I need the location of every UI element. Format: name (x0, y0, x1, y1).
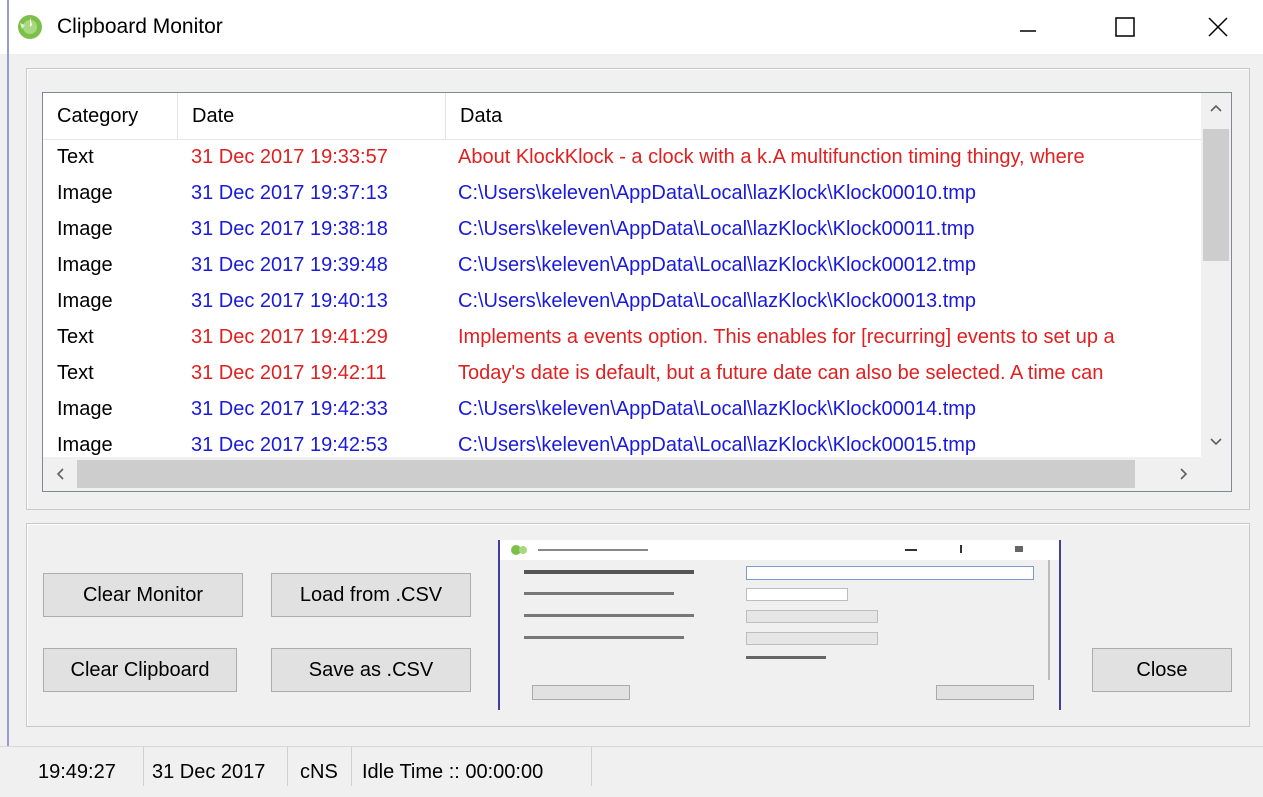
preview-title-text (538, 549, 648, 551)
row-category: Image (57, 398, 113, 420)
row-data: C:\Users\keleven\AppData\Local\lazKlock\… (458, 434, 977, 456)
vertical-scrollbar[interactable] (1201, 93, 1231, 457)
row-data: C:\Users\keleven\AppData\Local\lazKlock\… (458, 218, 975, 240)
row-category: Text (57, 146, 94, 168)
preview-field (746, 610, 878, 623)
preview-label-line (524, 614, 694, 617)
row-data: C:\Users\keleven\AppData\Local\lazKlock\… (458, 254, 977, 276)
status-mode: cNS (300, 747, 352, 786)
list-header: Category Date Data (43, 93, 1201, 140)
row-category: Text (57, 362, 94, 384)
clipboard-list[interactable]: Category Date Data Text 31 Dec 2017 19:33… (42, 92, 1232, 492)
save-csv-button[interactable]: Save as .CSV (271, 648, 471, 692)
scroll-down-icon[interactable] (1201, 427, 1231, 457)
row-category: Text (57, 326, 94, 348)
vertical-scroll-thumb[interactable] (1203, 129, 1229, 261)
row-date: 31 Dec 2017 19:38:18 (191, 218, 388, 240)
row-data: About KlockKlock - a clock with a k.A mu… (458, 146, 1085, 168)
list-row[interactable]: Image 31 Dec 2017 19:40:13 C:\Users\keleve… (43, 283, 1201, 319)
column-header-data[interactable]: Data (446, 93, 1201, 139)
row-data: C:\Users\keleven\AppData\Local\lazKlock\… (458, 290, 977, 312)
preview-titlebar (500, 540, 1059, 560)
preview-maximize-icon (960, 545, 962, 553)
preview-field (746, 566, 1034, 580)
minimize-icon (1020, 30, 1036, 32)
column-header-date[interactable]: Date (178, 93, 446, 139)
close-window-button[interactable] (1183, 0, 1253, 54)
list-row[interactable]: Image 31 Dec 2017 19:42:33 C:\Users\keleve… (43, 391, 1201, 427)
list-row[interactable]: Image 31 Dec 2017 19:38:18 C:\Users\keleve… (43, 211, 1201, 247)
window-title: Clipboard Monitor (57, 15, 223, 38)
clear-clipboard-button[interactable]: Clear Clipboard (43, 648, 237, 692)
minimize-button[interactable] (993, 0, 1063, 54)
row-category: Image (57, 290, 113, 312)
list-body: Text 31 Dec 2017 19:33:57 About KlockKlock… (43, 139, 1201, 457)
close-icon (1208, 17, 1228, 37)
row-data: Today's date is default, but a future da… (458, 362, 1104, 384)
scroll-left-icon[interactable] (43, 457, 77, 491)
row-date: 31 Dec 2017 19:42:33 (191, 398, 388, 420)
preview-field (746, 588, 848, 601)
row-category: Image (57, 182, 113, 204)
load-csv-button[interactable]: Load from .CSV (271, 573, 471, 617)
row-date: 31 Dec 2017 19:42:11 (191, 362, 387, 384)
horizontal-scroll-thumb[interactable] (77, 460, 1135, 488)
preview-minimize-icon (905, 549, 917, 551)
status-bar: 19:49:27 31 Dec 2017 cNS Idle Time :: 00… (0, 746, 1263, 786)
row-data: Implements a events option. This enables… (458, 326, 1115, 348)
row-date: 31 Dec 2017 19:40:13 (191, 290, 388, 312)
title-bar: Clipboard Monitor (0, 0, 1263, 54)
maximize-button[interactable] (1090, 0, 1160, 54)
window-border (7, 0, 9, 785)
preview-label-line (524, 636, 684, 639)
list-row[interactable]: Image 31 Dec 2017 19:42:53 C:\Users\keleve… (43, 427, 1201, 457)
row-date: 31 Dec 2017 19:41:29 (191, 326, 388, 348)
preview-label-line (746, 656, 826, 659)
row-data: C:\Users\keleven\AppData\Local\lazKlock\… (458, 398, 977, 420)
horizontal-scrollbar[interactable] (43, 457, 1201, 491)
status-time: 19:49:27 (38, 747, 144, 786)
list-row[interactable]: Image 31 Dec 2017 19:37:13 C:\Users\keleve… (43, 175, 1201, 211)
maximize-icon (1115, 17, 1135, 37)
row-category: Image (57, 434, 113, 456)
list-row[interactable]: Image 31 Dec 2017 19:39:48 C:\Users\keleve… (43, 247, 1201, 283)
row-date: 31 Dec 2017 19:33:57 (191, 146, 388, 168)
preview-button (532, 685, 630, 700)
klock-app-icon (18, 15, 42, 39)
row-date: 31 Dec 2017 19:39:48 (191, 254, 388, 276)
column-header-category[interactable]: Category (43, 93, 178, 139)
preview-divider (1048, 560, 1050, 680)
scrollbar-corner (1201, 457, 1231, 491)
clear-monitor-button[interactable]: Clear Monitor (43, 573, 243, 617)
row-date: 31 Dec 2017 19:37:13 (191, 182, 388, 204)
list-row[interactable]: Text 31 Dec 2017 19:33:57 About KlockKlock… (43, 139, 1201, 175)
preview-label-line (524, 592, 674, 595)
scroll-up-icon[interactable] (1201, 93, 1231, 123)
list-row[interactable]: Text 31 Dec 2017 19:41:29 Implements a eve… (43, 319, 1201, 355)
status-date: 31 Dec 2017 (152, 747, 288, 786)
status-idle-time: Idle Time :: 00:00:00 (362, 747, 592, 786)
preview-label-line (524, 570, 694, 574)
close-button[interactable]: Close (1092, 648, 1232, 692)
preview-app-icon (511, 545, 527, 555)
scroll-right-icon[interactable] (1167, 457, 1201, 491)
row-category: Image (57, 218, 113, 240)
preview-field (746, 632, 878, 645)
list-row[interactable]: Text 31 Dec 2017 19:42:11 Today's date is … (43, 355, 1201, 391)
preview-button (936, 685, 1034, 700)
clipboard-image-preview (498, 540, 1061, 710)
row-date: 31 Dec 2017 19:42:53 (191, 434, 388, 456)
preview-close-icon (1015, 546, 1023, 552)
row-data: C:\Users\keleven\AppData\Local\lazKlock\… (458, 182, 977, 204)
row-category: Image (57, 254, 113, 276)
